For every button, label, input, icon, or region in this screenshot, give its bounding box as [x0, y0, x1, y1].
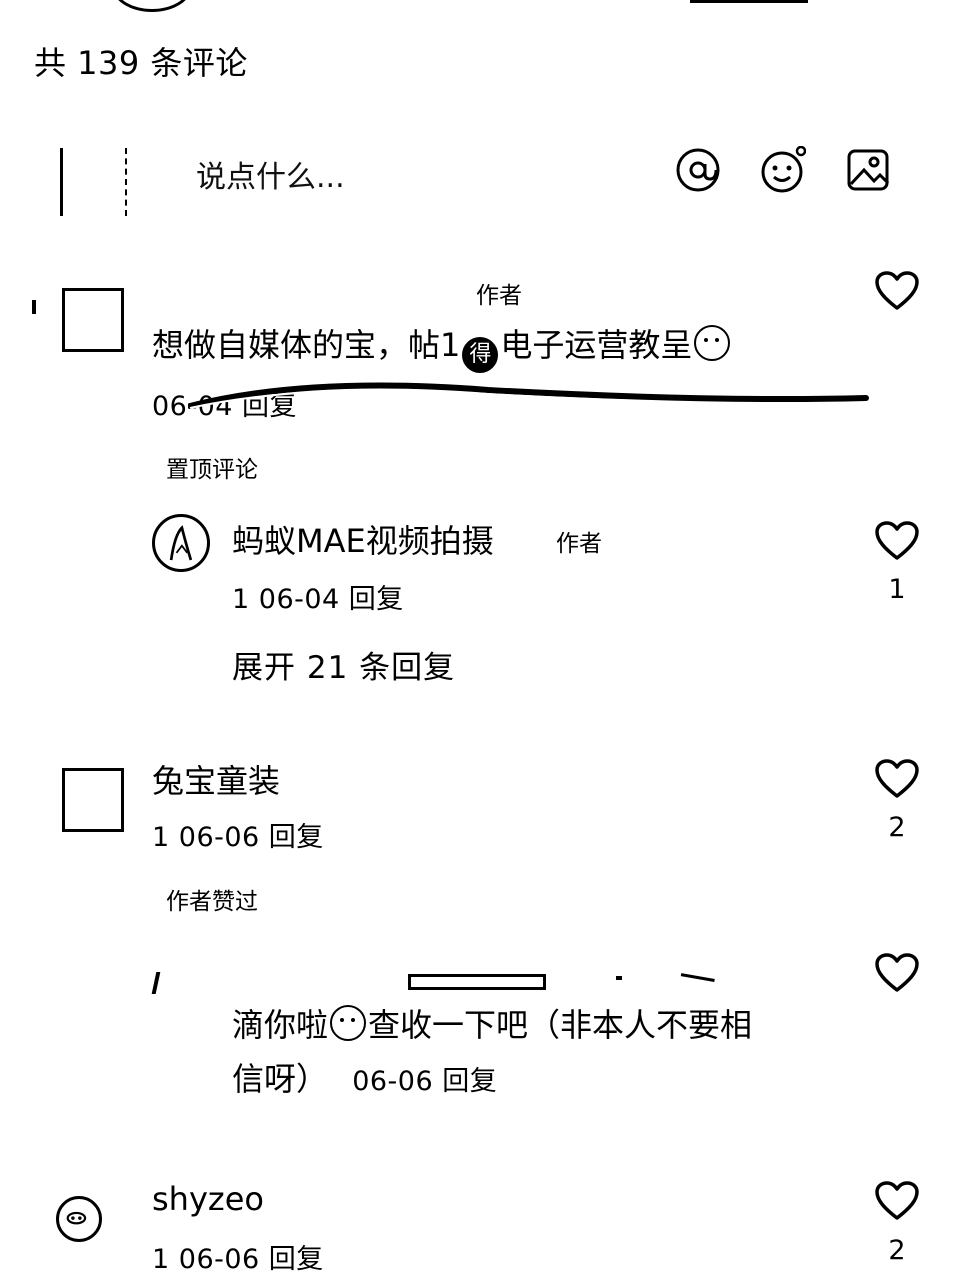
face-emoji-icon — [330, 1005, 367, 1041]
top-divider-remnant — [690, 0, 808, 3]
like-heart-icon[interactable] — [874, 1180, 920, 1222]
redaction-scribble — [188, 382, 869, 409]
image-icon[interactable] — [842, 144, 894, 196]
author-tag: 作者 — [556, 531, 602, 557]
comment-text-part: 滴你啦 — [232, 1006, 329, 1044]
badge-emoji-icon: 得 — [462, 337, 499, 373]
comment-text-part: 查收一下吧（非本人不要相 — [368, 1006, 753, 1044]
like-count: 2 — [888, 812, 906, 843]
commenter-name[interactable]: 兔宝童装 — [152, 756, 280, 802]
smile-icon[interactable] — [756, 144, 808, 196]
comment-input-bar[interactable]: 说点什么... — [60, 140, 900, 220]
author-liked-label: 作者赞过 — [166, 889, 258, 915]
like-count: 2 — [888, 1235, 906, 1266]
avatar[interactable] — [56, 1196, 102, 1242]
top-avatar-remnant — [112, 0, 192, 12]
like-heart-icon[interactable] — [874, 952, 920, 994]
like-heart-icon[interactable] — [874, 520, 920, 562]
comment-count: 共 139 条评论 — [34, 44, 248, 82]
comment-meta[interactable]: 1 06-06 回复 — [152, 1237, 324, 1276]
like-heart-icon[interactable] — [874, 758, 920, 800]
comment-meta[interactable]: 1 06-06 回复 — [152, 815, 324, 854]
user-avatar-placeholder — [60, 148, 130, 216]
like-count: 1 — [888, 574, 906, 605]
redaction-mark — [616, 976, 622, 980]
comment-input[interactable]: 说点什么... — [196, 152, 345, 196]
comment-page: 共 139 条评论 说点什么... 作者 想做自媒体的宝，帖1 得电子运营教呈 0… — [0, 0, 961, 1280]
comment-text: 滴你啦 查收一下吧（非本人不要相 — [232, 1002, 752, 1048]
face-emoji-icon — [694, 325, 731, 361]
comment-text-part: 想做自媒体的宝，帖1 — [152, 326, 461, 364]
avatar[interactable] — [62, 768, 124, 832]
comment-text-part: 电子运营教呈 — [500, 326, 693, 364]
comment-meta[interactable]: 1 06-04 回复 — [232, 577, 404, 616]
like-heart-icon[interactable] — [874, 270, 920, 312]
left-edge-mark — [32, 300, 36, 314]
avatar[interactable] — [62, 288, 124, 352]
avatar-remnant — [151, 972, 169, 994]
expand-replies-button[interactable]: 展开 21 条回复 — [232, 642, 455, 687]
avatar[interactable] — [152, 514, 210, 572]
pinned-label: 置顶评论 — [166, 457, 258, 483]
comment-text: 想做自媒体的宝，帖1 得电子运营教呈 — [152, 322, 732, 373]
author-tag: 作者 — [476, 283, 522, 309]
commenter-name[interactable]: shyzeo — [152, 1180, 264, 1218]
comment-text-part: 信呀） — [232, 1060, 329, 1098]
comment-text-line2: 信呀） 06-06 回复 — [232, 1056, 497, 1105]
comment-meta[interactable]: 06-06 回复 — [352, 1066, 497, 1097]
at-icon[interactable] — [672, 144, 724, 196]
redaction-mark — [679, 973, 715, 991]
redaction-bar — [408, 974, 546, 990]
commenter-name[interactable]: 蚂蚁MAE视频拍摄 — [232, 516, 494, 562]
